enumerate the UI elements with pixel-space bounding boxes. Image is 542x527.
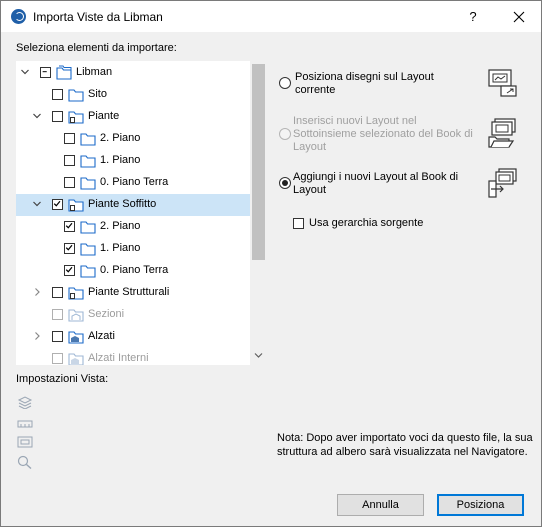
section-folder-icon [68, 307, 84, 322]
tree-item-checkbox [52, 309, 63, 320]
chevron-down-icon[interactable] [32, 199, 42, 209]
tree-item-checkbox[interactable] [52, 111, 63, 122]
folder-icon [80, 263, 96, 278]
tree-item[interactable]: Piante [16, 106, 250, 128]
tree-item[interactable]: 2. Piano [16, 128, 250, 150]
title-bar: Importa Viste da Libman ? [1, 1, 541, 32]
elevation-folder-icon [68, 329, 84, 344]
close-icon [513, 11, 525, 23]
place-layout-icon [488, 69, 517, 97]
plan-folder-icon [68, 197, 84, 212]
import-tree[interactable]: Libman Sito Piante 2. Piano 1. Piano 0. Piano… [16, 61, 267, 365]
tree-item-checkbox[interactable] [64, 265, 75, 276]
folder-set-icon [56, 65, 72, 80]
tree-item[interactable]: Alzati [16, 326, 250, 348]
chevron-down-icon[interactable] [20, 67, 30, 77]
folder-icon [80, 241, 96, 256]
tree-item-checkbox [52, 353, 63, 364]
scrollbar-thumb[interactable] [252, 64, 265, 260]
tree-item-label: Sezioni [88, 308, 125, 320]
tree-item-checkbox[interactable] [64, 221, 75, 232]
tree-item[interactable]: Sito [16, 84, 250, 106]
tree-item-label: 1. Piano [100, 242, 141, 254]
tree-item[interactable]: Libman [16, 62, 250, 84]
add-book-radio[interactable] [279, 177, 291, 189]
checkmark-icon [53, 200, 61, 207]
checkmark-icon [65, 244, 73, 251]
tree-item-label: 2. Piano [100, 220, 141, 232]
tree-item-checkbox[interactable] [64, 177, 75, 188]
tree-item-checkbox[interactable] [64, 243, 75, 254]
checkmark-icon [65, 266, 73, 273]
insert-subset-icon [488, 118, 516, 148]
tree-item-checkbox[interactable] [64, 155, 75, 166]
tree-item-label: Piante [88, 110, 120, 122]
tree-item[interactable]: 2. Piano [16, 216, 250, 238]
view-settings-label: Impostazioni Vista: [16, 373, 109, 385]
folder-icon [80, 175, 96, 190]
chevron-right-icon[interactable] [32, 287, 42, 297]
tree-item-label: 0. Piano Terra [100, 264, 169, 276]
place-current-radio[interactable] [279, 77, 291, 89]
frame-icon [17, 436, 33, 448]
tree-item[interactable]: Piante Soffitto [16, 194, 250, 216]
elevation-folder-icon [68, 351, 84, 365]
folder-icon [80, 219, 96, 234]
tree-item-checkbox[interactable] [52, 89, 63, 100]
scroll-down-icon[interactable] [253, 350, 264, 361]
window-title: Importa Viste da Libman [33, 10, 163, 24]
tree-item-label: 0. Piano Terra [100, 176, 169, 188]
tree-item-label: 1. Piano [100, 154, 141, 166]
place-button[interactable]: Posiziona [437, 494, 524, 516]
place-current-label[interactable]: Posiziona disegni sul Layout corrente [295, 71, 455, 97]
checkmark-icon [65, 222, 73, 229]
tree-item-label: 2. Piano [100, 132, 141, 144]
tree-item-checkbox[interactable] [52, 331, 63, 342]
tree-item-checkbox[interactable] [64, 133, 75, 144]
tree-item-label: Alzati Interni [88, 352, 149, 364]
tree-item[interactable]: 0. Piano Terra [16, 172, 250, 194]
archicad-app-icon [11, 9, 26, 24]
tree-item-label: Piante Strutturali [88, 286, 170, 298]
tree-item-checkbox[interactable] [52, 199, 63, 210]
help-button[interactable]: ? [463, 7, 483, 27]
tree-item-label: Sito [88, 88, 107, 100]
insert-subset-label: Inserisci nuovi Layout nel Sottoinsieme … [293, 115, 473, 153]
close-button[interactable] [507, 7, 531, 27]
tree-item-checkbox[interactable] [52, 287, 63, 298]
folder-icon [80, 153, 96, 168]
tree-item[interactable]: 0. Piano Terra [16, 260, 250, 282]
folder-icon [68, 87, 84, 102]
folder-icon [80, 131, 96, 146]
import-views-dialog: Importa Viste da Libman ? Seleziona elem… [0, 0, 542, 527]
tree-item[interactable]: 1. Piano [16, 238, 250, 260]
plan-folder-icon [68, 109, 84, 124]
dimension-icon [17, 420, 33, 428]
tree-item[interactable]: Piante Strutturali [16, 282, 250, 304]
plan-folder-icon [68, 285, 84, 300]
use-hierarchy-checkbox[interactable] [293, 218, 304, 229]
tree-scrollbar[interactable] [250, 61, 267, 365]
cancel-button[interactable]: Annulla [337, 494, 424, 516]
use-hierarchy-label[interactable]: Usa gerarchia sorgente [309, 217, 423, 230]
tree-item[interactable]: Sezioni [16, 304, 250, 326]
layers-icon [17, 396, 33, 409]
import-note: Nota: Dopo aver importato voci da questo… [277, 432, 533, 458]
add-book-label[interactable]: Aggiungi i nuovi Layout al Book di Layou… [293, 171, 479, 197]
tree-item-checkbox[interactable] [40, 67, 51, 78]
tree-item[interactable]: Alzati Interni [16, 348, 250, 365]
partial-check-icon [42, 71, 47, 73]
chevron-right-icon[interactable] [32, 331, 42, 341]
tree-item-label: Alzati [88, 330, 115, 342]
tree-item-label: Piante Soffitto [88, 198, 157, 210]
select-items-label: Seleziona elementi da importare: [16, 42, 177, 54]
insert-subset-radio [279, 128, 291, 140]
tree-item[interactable]: 1. Piano [16, 150, 250, 172]
chevron-down-icon[interactable] [32, 111, 42, 121]
tree-item-label: Libman [76, 66, 113, 78]
zoom-icon [17, 455, 32, 469]
add-book-icon [488, 168, 517, 198]
